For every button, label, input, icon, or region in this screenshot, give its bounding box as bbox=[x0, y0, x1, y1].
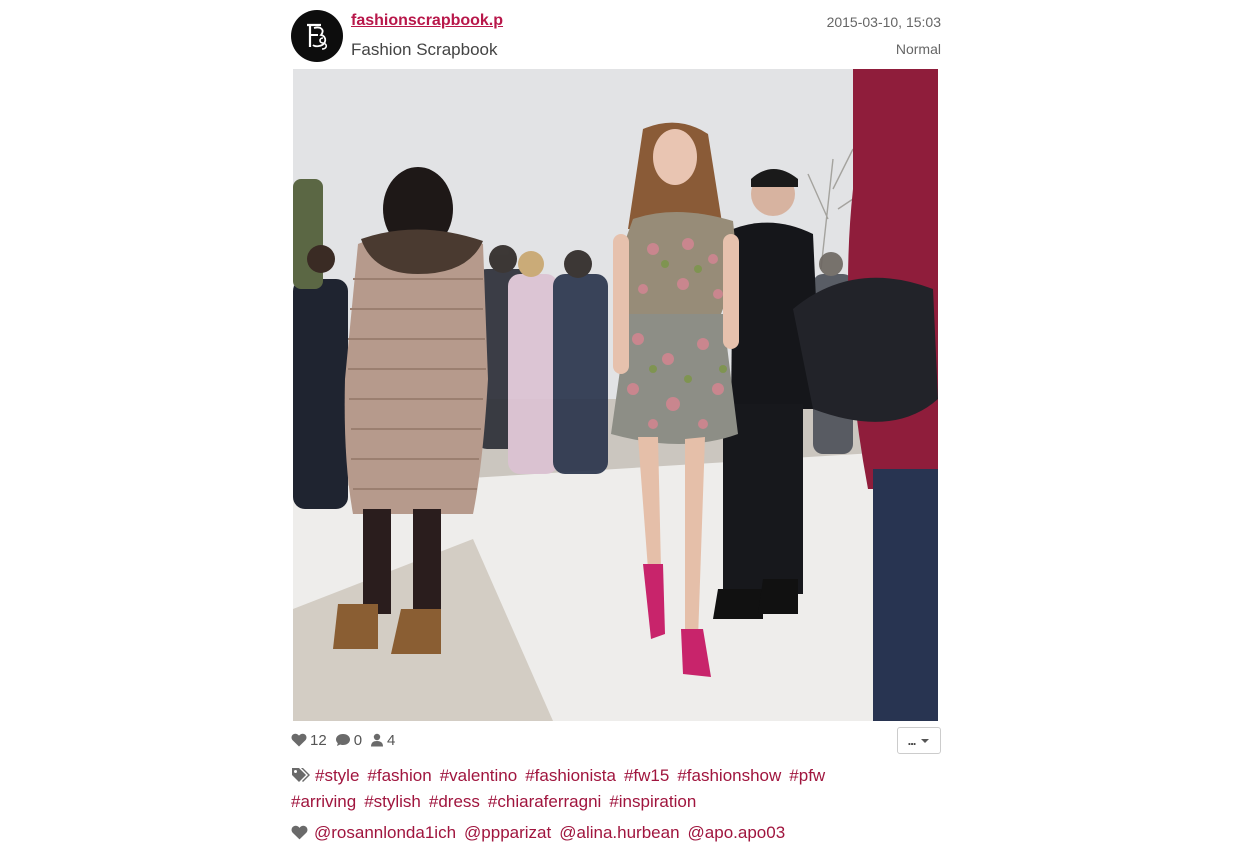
username-link[interactable]: fashionscrapbook.p bbox=[351, 12, 503, 30]
hashtag[interactable]: #fashionshow bbox=[677, 766, 781, 785]
avatar[interactable] bbox=[291, 10, 343, 62]
user-icon bbox=[371, 733, 384, 747]
hashtag[interactable]: #inspiration bbox=[609, 792, 696, 811]
heart-icon bbox=[291, 733, 307, 747]
hashtag[interactable]: #style bbox=[315, 766, 359, 785]
liker-username[interactable]: @ppparizat bbox=[464, 823, 551, 842]
likes-stat[interactable]: 12 bbox=[291, 732, 327, 749]
liker-username[interactable]: @rosannlonda1ich bbox=[314, 823, 456, 842]
post-stats: 12 0 4 bbox=[291, 731, 403, 749]
post-photo[interactable] bbox=[293, 69, 938, 721]
likes-count: 12 bbox=[310, 731, 327, 749]
users-count: 4 bbox=[387, 731, 396, 749]
hashtag[interactable]: #dress bbox=[429, 792, 480, 811]
hashtag[interactable]: #arriving bbox=[291, 792, 356, 811]
hashtag[interactable]: #stylish bbox=[364, 792, 421, 811]
liked-by-list: @rosannlonda1ich @ppparizat @alina.hurbean… bbox=[291, 820, 931, 846]
more-options-button[interactable]: ... bbox=[897, 727, 941, 754]
filter-label: Normal bbox=[895, 41, 941, 57]
hashtag[interactable]: #chiaraferragni bbox=[488, 792, 601, 811]
hashtag[interactable]: #fw15 bbox=[624, 766, 669, 785]
comment-icon bbox=[335, 734, 350, 746]
comments-count: 0 bbox=[353, 731, 363, 749]
heart-icon bbox=[291, 825, 308, 840]
instagram-post: fashionscrapbook.p Fashion Scrapbook 201… bbox=[291, 0, 942, 842]
tags-icon bbox=[292, 768, 310, 782]
hashtag-list: #style #fashion #valentino #fashionista #fw1… bbox=[291, 763, 931, 815]
users-stat[interactable]: 4 bbox=[370, 732, 395, 749]
post-timestamp: 2015-03-10, 15:03 bbox=[826, 14, 941, 30]
liker-username[interactable]: @apo.apo03 bbox=[688, 823, 786, 842]
hashtag[interactable]: #fashionista bbox=[525, 766, 616, 785]
liker-username[interactable]: @alina.hurbean bbox=[559, 823, 679, 842]
hashtag[interactable]: #valentino bbox=[440, 766, 518, 785]
fashion-scrapbook-logo-icon bbox=[307, 23, 328, 50]
caret-down-icon bbox=[921, 738, 930, 743]
more-options-label: ... bbox=[907, 733, 917, 748]
full-name: Fashion Scrapbook bbox=[351, 40, 498, 59]
hashtag[interactable]: #pfw bbox=[789, 766, 825, 785]
comments-stat[interactable]: 0 bbox=[335, 732, 362, 749]
hashtag[interactable]: #fashion bbox=[367, 766, 431, 785]
